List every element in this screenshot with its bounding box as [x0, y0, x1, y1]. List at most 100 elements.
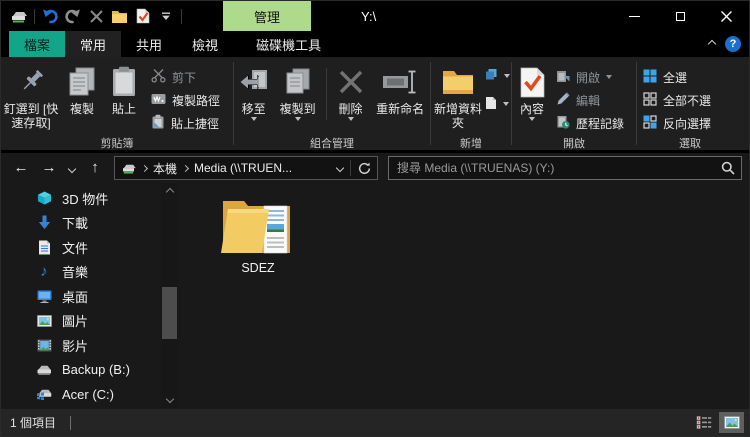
sidebar-item-music[interactable]: ♪ 音樂	[1, 260, 161, 285]
edit-icon	[556, 91, 570, 109]
scrollbar-thumb[interactable]	[162, 287, 177, 339]
invert-selection-label: 反向選擇	[663, 116, 712, 131]
clipboard-small-buttons: 剪下 複製路徑 貼上捷徑	[151, 60, 220, 138]
select-all-icon	[643, 69, 657, 86]
select-none-icon	[643, 91, 657, 109]
sidebar-scrollbar[interactable]	[161, 183, 178, 408]
details-view-button[interactable]	[691, 412, 716, 433]
sidebar-item-system-drive[interactable]: Acer (C:)	[1, 382, 161, 407]
delete-toolbar-button[interactable]	[88, 6, 104, 26]
move-to-icon	[239, 64, 269, 100]
tab-file[interactable]: 檔案	[9, 31, 66, 57]
edit-label: 編輯	[576, 93, 601, 108]
breadcrumb-chevron-icon	[181, 164, 190, 172]
ribbon-controls: ?	[707, 31, 741, 57]
scroll-up-arrow[interactable]	[161, 183, 178, 197]
back-button[interactable]: ←	[8, 157, 34, 179]
properties-toolbar-button[interactable]	[135, 6, 151, 26]
sidebar-item-pictures[interactable]: 圖片	[1, 309, 161, 334]
sidebar-item-downloads[interactable]: 下載	[1, 211, 161, 236]
refresh-icon[interactable]	[358, 161, 371, 175]
quick-access-toolbar	[1, 6, 182, 26]
maximize-button[interactable]	[657, 1, 703, 31]
status-divider	[70, 415, 72, 430]
window-title: Y:\	[361, 8, 377, 24]
customize-qat-dropdown[interactable]	[158, 6, 174, 26]
paste-shortcut-button[interactable]: 貼上捷徑	[151, 113, 220, 133]
recent-locations-dropdown[interactable]	[64, 157, 80, 179]
up-button[interactable]: ↑	[82, 157, 108, 179]
select-none-button[interactable]: 全部不選	[643, 90, 711, 110]
sidebar-item-3d-objects[interactable]: 3D 物件	[1, 186, 161, 211]
documents-icon	[36, 240, 52, 255]
paste-icon	[111, 64, 137, 100]
forward-button[interactable]: →	[36, 157, 62, 179]
breadcrumb-this-pc[interactable]: 本機	[153, 160, 177, 177]
cut-button[interactable]: 剪下	[151, 67, 220, 87]
copy-path-button[interactable]: 複製路徑	[151, 90, 220, 110]
edit-button[interactable]: 編輯	[556, 90, 624, 110]
close-icon	[720, 10, 732, 22]
select-all-button[interactable]: 全選	[643, 67, 711, 87]
file-list-area[interactable]: SDEZ	[178, 183, 749, 408]
history-button[interactable]: 歷程記錄	[556, 113, 624, 133]
undo-button[interactable]	[42, 6, 58, 26]
videos-icon	[36, 339, 52, 352]
new-item-button[interactable]	[485, 94, 510, 114]
ribbon-tab-row: 檔案 常用 共用 檢視 磁碟機工具 ?	[1, 31, 749, 57]
redo-button[interactable]	[65, 6, 81, 26]
new-folder-button[interactable]: 新增資料夾	[431, 60, 485, 138]
help-icon[interactable]: ?	[725, 36, 741, 52]
sidebar-item-videos[interactable]: 影片	[1, 333, 161, 358]
breadcrumb-chevron-icon	[140, 164, 149, 172]
new-folder-label: 新增資料夾	[433, 102, 482, 130]
open-dropdown-icon	[606, 75, 613, 79]
window-controls	[611, 1, 749, 31]
sidebar-item-backup-drive[interactable]: Backup (B:)	[1, 358, 161, 383]
copy-path-icon	[151, 93, 166, 108]
folder-label: SDEZ	[241, 261, 275, 275]
minimize-ribbon-icon[interactable]	[707, 39, 717, 49]
tab-drive-tools[interactable]: 磁碟機工具	[241, 31, 336, 57]
tab-home[interactable]: 常用	[65, 31, 122, 57]
delete-dropdown-icon	[347, 117, 354, 121]
tab-share[interactable]: 共用	[121, 31, 177, 57]
close-button[interactable]	[703, 1, 749, 31]
scroll-down-arrow[interactable]	[161, 394, 178, 408]
easy-access-button[interactable]	[485, 66, 510, 86]
paste-label: 貼上	[111, 102, 136, 116]
invert-selection-button[interactable]: 反向選擇	[643, 113, 711, 133]
delete-button[interactable]: 刪除	[331, 60, 370, 138]
ribbon-group-open: 內容 開啟 編輯 歷程記錄 開啟	[512, 57, 636, 153]
pin-label: 釘選到 [快速存取]	[3, 102, 59, 130]
tab-view[interactable]: 檢視	[177, 31, 233, 57]
sidebar-item-data-drive[interactable]: Data (D:)	[1, 407, 161, 409]
pin-to-quick-access-button[interactable]: 釘選到 [快速存取]	[1, 60, 61, 138]
address-dropdown-icon[interactable]	[335, 163, 345, 173]
thumbnail-view-button[interactable]	[719, 412, 744, 433]
search-box[interactable]	[388, 156, 742, 180]
copy-button[interactable]: 複製	[61, 60, 103, 138]
properties-button[interactable]: 內容	[512, 60, 552, 138]
open-button[interactable]: 開啟	[556, 67, 624, 87]
sidebar-item-desktop[interactable]: 桌面	[1, 284, 161, 309]
easy-access-dropdown-icon	[504, 74, 510, 78]
move-to-dropdown-icon	[250, 117, 257, 121]
move-to-button[interactable]: 移至	[234, 60, 273, 138]
easy-access-icon	[485, 68, 498, 84]
paste-button[interactable]: 貼上	[103, 60, 145, 138]
item-count: 1 個項目	[10, 416, 57, 430]
ribbon-group-clipboard: 釘選到 [快速存取] 複製 貼上 剪下 複製路徑 貼上捷徑 剪貼簿	[1, 57, 233, 153]
paste-shortcut-icon	[151, 114, 165, 132]
group-label-clipboard: 剪貼簿	[100, 138, 134, 150]
search-input[interactable]	[389, 161, 741, 175]
new-folder-toolbar-button[interactable]	[111, 6, 128, 26]
hard-drive-icon	[36, 364, 52, 376]
rename-button[interactable]: 重新命名	[370, 60, 430, 138]
breadcrumb-current-folder[interactable]: Media (\\TRUEN...	[194, 161, 292, 175]
minimize-button[interactable]	[611, 1, 657, 31]
address-bar[interactable]: 本機 Media (\\TRUEN...	[114, 156, 378, 180]
folder-item-sdez[interactable]: SDEZ	[216, 195, 300, 275]
copy-to-button[interactable]: 複製到	[273, 60, 322, 138]
sidebar-item-documents[interactable]: 文件	[1, 235, 161, 260]
